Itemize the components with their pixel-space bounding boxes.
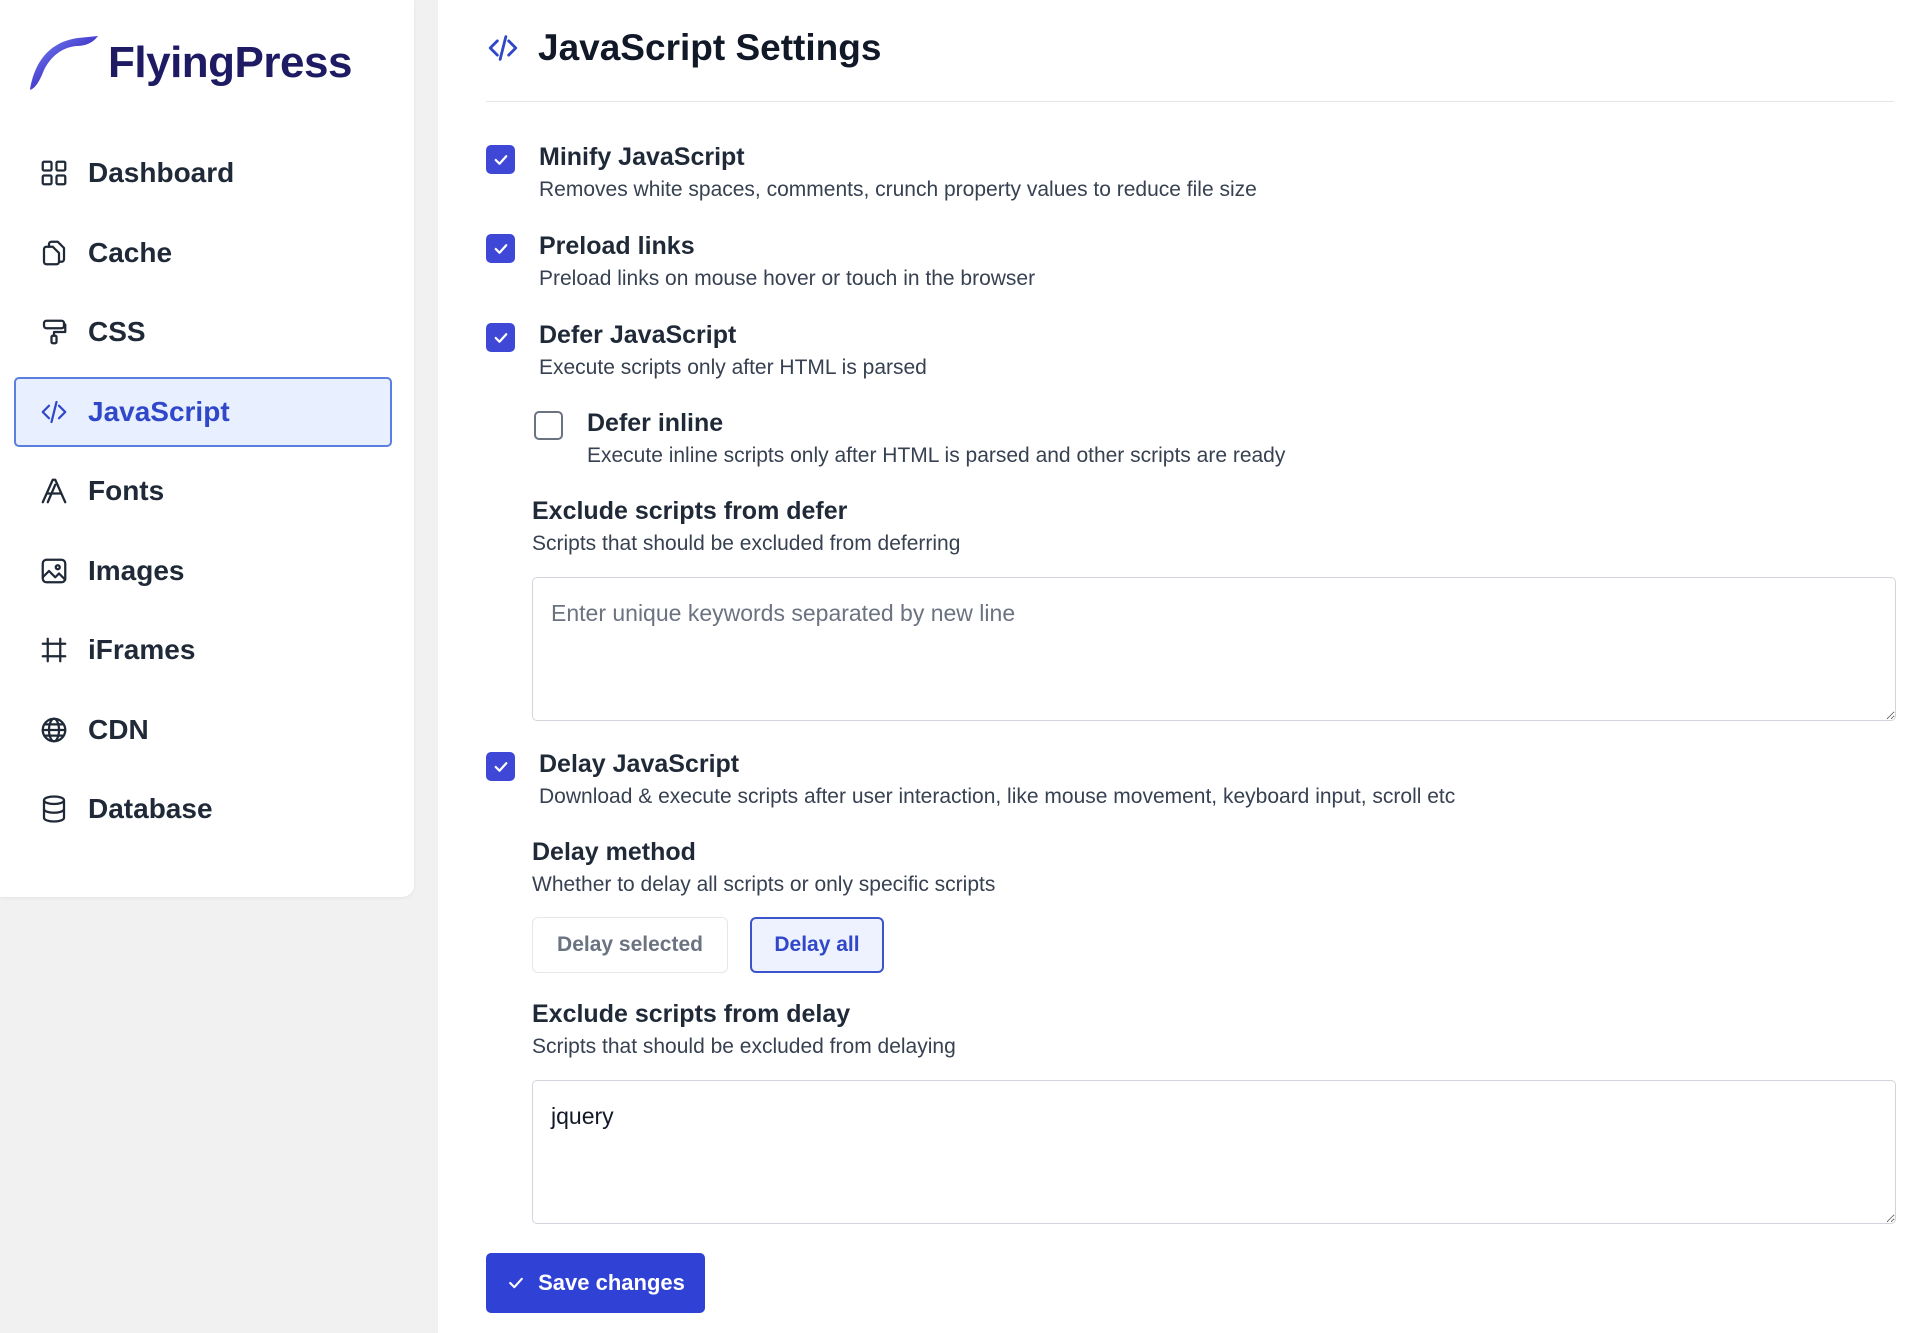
minify-javascript-checkbox[interactable] [486,145,515,174]
checkmark-icon [492,329,510,347]
sidebar-item-label: Fonts [88,475,164,507]
exclude-defer-textarea[interactable] [532,577,1896,721]
option-title: Defer inline [587,408,1285,438]
option-title: Preload links [539,231,1035,261]
field-title: Exclude scripts from delay [532,999,956,1029]
option-defer-javascript: Defer JavaScript Execute scripts only af… [486,320,927,381]
checkmark-icon [492,151,510,169]
sidebar-item-css[interactable]: CSS [14,297,392,367]
globe-icon [38,714,70,746]
app-name: FlyingPress [108,38,352,88]
sidebar-item-label: CSS [88,316,146,348]
code-icon [486,31,520,65]
frame-hash-icon [38,634,70,666]
copy-files-icon [38,237,70,269]
sidebar-item-label: CDN [88,714,149,746]
sidebar-item-label: Images [88,555,185,587]
delay-selected-button[interactable]: Delay selected [532,917,728,973]
save-changes-button[interactable]: Save changes [486,1253,705,1313]
sidebar-item-label: Database [88,793,213,825]
checkmark-icon [506,1273,526,1293]
option-defer-inline: Defer inline Execute inline scripts only… [534,408,1285,469]
option-title: Minify JavaScript [539,142,1257,172]
sidebar-item-cdn[interactable]: CDN [14,695,392,765]
option-delay-javascript: Delay JavaScript Download & execute scri… [486,749,1455,810]
checkmark-icon [492,758,510,776]
main-panel: JavaScript Settings Minify JavaScript Re… [438,0,1920,1333]
field-title: Exclude scripts from defer [532,496,960,526]
delay-method-section: Delay method Whether to delay all script… [532,837,995,898]
sidebar-nav: Dashboard Cache CSS JavaScript Fonts [14,138,392,854]
code-icon [38,396,70,428]
option-description: Download & execute scripts after user in… [539,784,1455,810]
exclude-delay-section: Exclude scripts from delay Scripts that … [532,999,956,1060]
option-description: Preload links on mouse hover or touch in… [539,266,1035,292]
sidebar-item-label: iFrames [88,634,195,666]
sidebar-item-iframes[interactable]: iFrames [14,615,392,685]
sidebar-item-label: JavaScript [88,396,230,428]
option-minify-javascript: Minify JavaScript Removes white spaces, … [486,142,1257,203]
delay-all-button[interactable]: Delay all [750,917,884,973]
sidebar-item-cache[interactable]: Cache [14,218,392,288]
option-preload-links: Preload links Preload links on mouse hov… [486,231,1035,292]
sidebar: FlyingPress Dashboard Cache CSS JavaScri… [0,0,414,897]
option-description: Execute inline scripts only after HTML i… [587,443,1285,469]
font-letter-icon [38,475,70,507]
sidebar-item-label: Cache [88,237,172,269]
image-icon [38,555,70,587]
flyingpress-logo-icon [26,34,100,92]
checkmark-icon [492,240,510,258]
page-title: JavaScript Settings [538,27,881,69]
sidebar-item-database[interactable]: Database [14,774,392,844]
dashboard-grid-icon [38,157,70,189]
field-description: Whether to delay all scripts or only spe… [532,872,995,898]
field-description: Scripts that should be excluded from def… [532,531,960,557]
option-description: Execute scripts only after HTML is parse… [539,355,927,381]
sidebar-item-javascript[interactable]: JavaScript [14,377,392,447]
sidebar-item-fonts[interactable]: Fonts [14,456,392,526]
preload-links-checkbox[interactable] [486,234,515,263]
defer-inline-checkbox[interactable] [534,411,563,440]
database-icon [38,793,70,825]
page-header: JavaScript Settings [486,0,1894,102]
field-title: Delay method [532,837,995,867]
sidebar-item-dashboard[interactable]: Dashboard [14,138,392,208]
delay-javascript-checkbox[interactable] [486,752,515,781]
app-logo[interactable]: FlyingPress [26,34,352,92]
option-title: Delay JavaScript [539,749,1455,779]
exclude-delay-textarea[interactable]: jquery [532,1080,1896,1224]
option-description: Removes white spaces, comments, crunch p… [539,177,1257,203]
exclude-defer-section: Exclude scripts from defer Scripts that … [532,496,960,557]
defer-javascript-checkbox[interactable] [486,323,515,352]
sidebar-item-label: Dashboard [88,157,234,189]
sidebar-item-images[interactable]: Images [14,536,392,606]
option-title: Defer JavaScript [539,320,927,350]
field-description: Scripts that should be excluded from del… [532,1034,956,1060]
paint-roller-icon [38,316,70,348]
save-button-label: Save changes [538,1270,685,1296]
